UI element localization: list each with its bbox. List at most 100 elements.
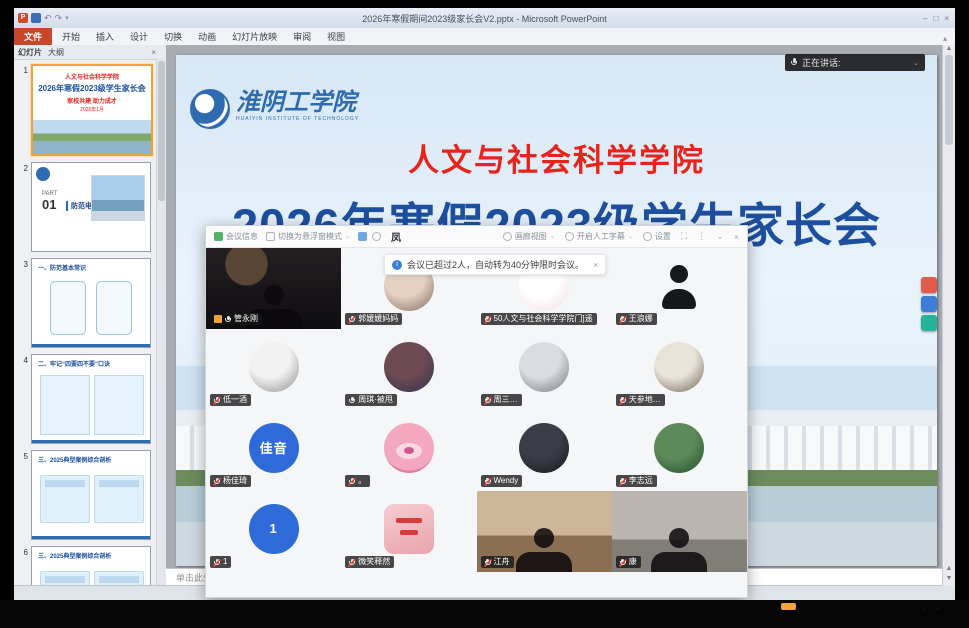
red-app-icon[interactable] (921, 277, 937, 293)
slide-thumbnail-5[interactable]: 三、2025典型案例综合剖析 (31, 450, 151, 540)
participant-name: 低一酒 (223, 394, 247, 406)
meeting-limit-banner: i 会议已超过2人，自动转为40分钟限时会议。 × (384, 254, 606, 275)
ribbon-tab-插入[interactable]: 插入 (88, 28, 122, 45)
refresh-icon[interactable] (372, 232, 381, 241)
host-icon (214, 315, 222, 323)
vertical-scrollbar[interactable]: ▲ ▲ ▼ (942, 45, 955, 586)
participant-tile[interactable]: 天参地… (612, 329, 747, 410)
slide-thumbnail-3[interactable]: 一、防范基本常识 (31, 258, 151, 348)
meeting-window[interactable]: 会议信息切换为悬浮窗模式⌄ 凤 画廊视图⌄开启人工字幕⌄设置⛶⋮⌄× i 会议已… (205, 225, 748, 598)
participant-tile[interactable]: 佳音杨佳琦 (206, 410, 341, 491)
thumb-line: 家校共建 助力成才 (33, 96, 151, 105)
participant-tile[interactable]: 周琪·被甩 (341, 329, 476, 410)
thumb-decor-circle (36, 167, 50, 181)
toolbar-item-layout-icon[interactable]: 画廊视图⌄ (503, 231, 555, 242)
close-icon[interactable]: × (734, 232, 739, 242)
slide-thumbnail-1[interactable]: 人文与社会科学学院2026年寒假2023级学生家长会家校共建 助力成才2026年… (31, 64, 153, 156)
participant-tile[interactable]: 低一酒 (206, 329, 341, 410)
save-icon[interactable] (31, 13, 41, 23)
panel-scroll-thumb[interactable] (158, 61, 165, 201)
next-slide-icon[interactable]: ▼ (946, 575, 953, 582)
thumbnail-number: 3 (16, 258, 28, 348)
powerpoint-window: P ↶ ↷ ▾ 2026年寒假期间2023级家长会V2.pptx - Micro… (14, 8, 955, 600)
participant-name: 杨佳琦 (223, 475, 247, 487)
participant-tile[interactable]: 江舟 (477, 491, 612, 572)
scroll-thumb[interactable] (945, 55, 953, 145)
mic-muted-icon (620, 477, 626, 486)
doc-icon[interactable] (358, 232, 367, 241)
participant-tile[interactable]: 李志远 (612, 410, 747, 491)
maximize-button[interactable]: □ (933, 14, 938, 23)
title-bar[interactable]: P ↶ ↷ ▾ 2026年寒假期间2023级家长会V2.pptx - Micro… (14, 8, 955, 29)
ribbon-collapse-icon[interactable]: ▴ (943, 34, 955, 45)
toolbar-item-label: 切换为悬浮窗模式 (278, 231, 342, 242)
meeting-toolbar: 会议信息切换为悬浮窗模式⌄ 凤 画廊视图⌄开启人工字幕⌄设置⛶⋮⌄× (206, 226, 747, 248)
previous-slide-icon[interactable]: ▲ (946, 565, 953, 572)
quick-access-dropdown-icon[interactable]: ▾ (65, 14, 69, 22)
speaking-indicator[interactable]: 正在讲话: ⌄ (785, 54, 925, 71)
participant-tile[interactable]: 康 (612, 491, 747, 572)
chevron-down-icon: ⌄ (550, 233, 555, 240)
blue-app-icon[interactable] (921, 296, 937, 312)
thumb-line: 人文与社会科学学院 (33, 72, 151, 81)
ribbon-tab-视图[interactable]: 视图 (319, 28, 353, 45)
thumb-title: 一、防范基本常识 (38, 263, 146, 272)
thumbnail-number: 4 (16, 354, 28, 444)
minimize-button[interactable]: – (923, 14, 927, 23)
more-icon[interactable]: ⋮ (697, 231, 706, 242)
ribbon-tab-动画[interactable]: 动画 (190, 28, 224, 45)
participant-tile[interactable]: 管永刚 (206, 248, 341, 329)
chevron-down-icon: ⌄ (345, 233, 350, 240)
ribbon-tab-切换[interactable]: 切换 (156, 28, 190, 45)
participant-name-badge: 。 (345, 475, 370, 487)
toolbar-item-label: 开启人工字幕 (577, 231, 625, 242)
ribbon-tab-审阅[interactable]: 审阅 (285, 28, 319, 45)
panel-tab-outline[interactable]: 大纲 (48, 47, 64, 58)
participant-name: 管永刚 (234, 313, 258, 325)
system-tray-icons[interactable]: · · (923, 604, 943, 613)
person-silhouette (647, 528, 711, 572)
toolbar-item-settings-icon[interactable]: 设置 (643, 231, 671, 242)
thumb-photo (33, 120, 151, 154)
thumbnail-row: 4二、牢记“四要四不要”口诀 (16, 354, 155, 444)
slide-thumbnail-2[interactable]: PART01防范电信网络诈骗 (31, 162, 151, 252)
toolbar-item-float-window-icon[interactable]: 切换为悬浮窗模式⌄ (266, 231, 350, 242)
panel-scrollbar[interactable] (156, 59, 166, 586)
fullscreen-icon[interactable]: ⛶ (681, 231, 687, 242)
toolbar-item-shield-icon[interactable]: 会议信息 (214, 231, 258, 242)
taskbar: · · (0, 600, 969, 628)
thumbnail-list: 1人文与社会科学学院2026年寒假2023级学生家长会家校共建 助力成才2026… (14, 59, 157, 586)
ribbon-tab-文件[interactable]: 文件 (14, 28, 52, 45)
redo-icon[interactable]: ↷ (55, 13, 63, 23)
collapse-icon[interactable]: ⌄ (716, 231, 724, 242)
teal-app-icon[interactable] (921, 315, 937, 331)
participant-tile[interactable]: Wendy (477, 410, 612, 491)
slide-thumbnail-6[interactable]: 三、2025典型案例综合剖析 (31, 546, 151, 586)
avatar (519, 423, 569, 473)
participant-name: Wendy (494, 475, 519, 487)
participant-tile[interactable]: 。 (341, 410, 476, 491)
scroll-up-icon[interactable]: ▲ (946, 45, 953, 52)
ribbon-tab-幻灯片放映[interactable]: 幻灯片放映 (224, 28, 285, 45)
panel-close-icon[interactable]: × (151, 48, 166, 57)
close-button[interactable]: × (944, 14, 949, 23)
slide-thumbnail-4[interactable]: 二、牢记“四要四不要”口诀 (31, 354, 151, 444)
undo-icon[interactable]: ↶ (44, 13, 52, 23)
participant-name: 李志远 (629, 475, 653, 487)
participant-tile[interactable]: 周三… (477, 329, 612, 410)
avatar (384, 504, 434, 554)
taskbar-highlight[interactable] (781, 603, 796, 610)
avatar (654, 261, 704, 311)
participant-tile[interactable]: 11 (206, 491, 341, 572)
ribbon-tab-开始[interactable]: 开始 (54, 28, 88, 45)
window-title: 2026年寒假期间2023级家长会V2.pptx - Microsoft Pow… (14, 12, 955, 25)
participant-tile[interactable]: 微笑释然 (341, 491, 476, 572)
participant-tile[interactable]: 王浪娜 (612, 248, 747, 329)
thumbnail-row: 6三、2025典型案例综合剖析 (16, 546, 155, 586)
thumbnail-row: 1人文与社会科学学院2026年寒假2023级学生家长会家校共建 助力成才2026… (16, 64, 155, 156)
thumb-content-box (40, 475, 90, 523)
banner-close-icon[interactable]: × (593, 260, 598, 270)
ribbon-tab-设计[interactable]: 设计 (122, 28, 156, 45)
panel-tab-slides[interactable]: 幻灯片 (18, 47, 42, 58)
toolbar-item-caption-icon[interactable]: 开启人工字幕⌄ (565, 231, 633, 242)
